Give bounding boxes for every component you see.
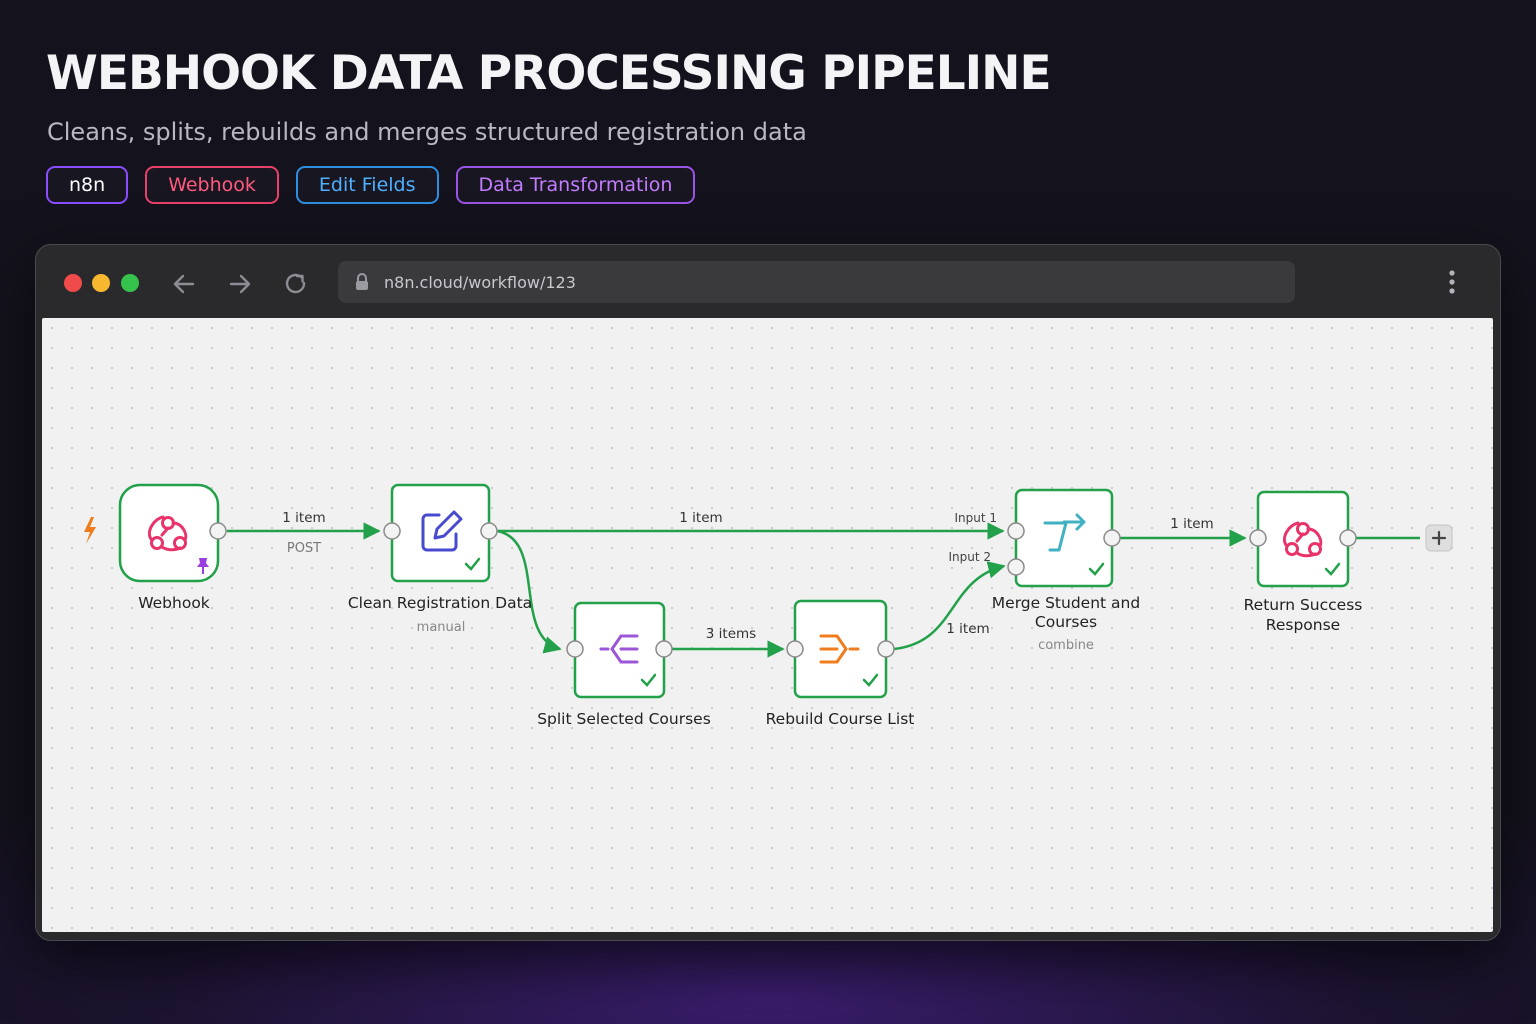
tag-edit-fields: Edit Fields (295, 166, 439, 204)
output-handle[interactable] (655, 640, 673, 658)
merge-input-2-label: Input 2 (948, 550, 991, 564)
edge-count-rebuild-merge: 1 item (946, 621, 989, 637)
merge-input-1-label: Input 1 (954, 511, 997, 525)
input-handle-1[interactable] (1007, 522, 1025, 540)
page-subtitle: Cleans, splits, rebuilds and merges stru… (47, 118, 807, 146)
reload-button[interactable] (279, 267, 313, 301)
node-label-clean: Clean Registration Data (348, 594, 532, 612)
edge-count-clean-merge: 1 item (679, 510, 722, 526)
reload-icon (285, 273, 306, 294)
url-text: n8n.cloud/workflow/123 (384, 273, 576, 292)
address-bar[interactable]: n8n.cloud/workflow/123 (338, 261, 1295, 303)
tag-webhook: Webhook (145, 166, 279, 204)
node-label-respond-line1: Return Success (1244, 596, 1363, 614)
input-handle-2[interactable] (1007, 558, 1025, 576)
node-return-success[interactable] (1249, 490, 1357, 588)
lock-icon (356, 273, 368, 290)
input-handle[interactable] (566, 640, 584, 658)
output-handle[interactable] (209, 522, 227, 540)
node-webhook[interactable] (118, 483, 227, 583)
output-handle[interactable] (1103, 529, 1121, 547)
edge-count-webhook-clean: 1 item (282, 510, 325, 526)
connection-clean-split[interactable] (496, 529, 562, 654)
node-label-webhook: Webhook (138, 594, 210, 612)
node-label-split: Split Selected Courses (537, 710, 711, 728)
back-button[interactable] (167, 267, 201, 301)
node-rebuild-course-list[interactable] (786, 599, 895, 699)
node-label-merge-line1: Merge Student and (992, 594, 1140, 612)
browser-window: n8n.cloud/workflow/123 1 item POST 1 ite… (35, 244, 1501, 941)
node-merge[interactable] (1007, 488, 1121, 588)
node-split-courses[interactable] (566, 601, 673, 699)
node-label-rebuild: Rebuild Course List (766, 710, 915, 728)
browser-menu-button[interactable] (1438, 265, 1466, 299)
window-minimize-button[interactable] (92, 274, 110, 292)
tag-data-transformation: Data Transformation (455, 166, 696, 204)
arrow-left-icon (173, 274, 195, 294)
output-handle[interactable] (877, 640, 895, 658)
trigger-bolt-icon (84, 517, 96, 544)
output-handle[interactable] (480, 522, 498, 540)
output-handle[interactable] (1339, 529, 1357, 547)
arrow-right-icon (229, 274, 251, 294)
node-sublabel-clean: manual (417, 620, 466, 635)
forward-button[interactable] (223, 267, 257, 301)
node-label-respond-line2: Response (1266, 616, 1340, 634)
more-vertical-icon (1449, 270, 1455, 294)
browser-toolbar: n8n.cloud/workflow/123 (36, 245, 1500, 317)
edge-method-label: POST (287, 541, 321, 556)
input-handle[interactable] (786, 640, 804, 658)
node-label-merge-line2: Courses (1035, 613, 1097, 631)
page-title: WEBHOOK DATA PROCESSING PIPELINE (46, 46, 1052, 101)
node-clean-registration[interactable] (383, 483, 498, 583)
window-maximize-button[interactable] (121, 274, 139, 292)
edge-count-merge-respond: 1 item (1170, 516, 1213, 532)
add-node-button[interactable] (1425, 524, 1453, 552)
input-handle[interactable] (383, 522, 401, 540)
workflow-canvas[interactable]: 1 item POST 1 item 3 items 1 item 1 item… (42, 318, 1493, 932)
window-close-button[interactable] (64, 274, 82, 292)
node-sublabel-merge: combine (1038, 638, 1094, 653)
tag-n8n: n8n (46, 166, 129, 204)
edge-count-split-rebuild: 3 items (706, 626, 756, 642)
tag-list: n8n Webhook Edit Fields Data Transformat… (46, 166, 696, 204)
input-handle[interactable] (1249, 529, 1267, 547)
